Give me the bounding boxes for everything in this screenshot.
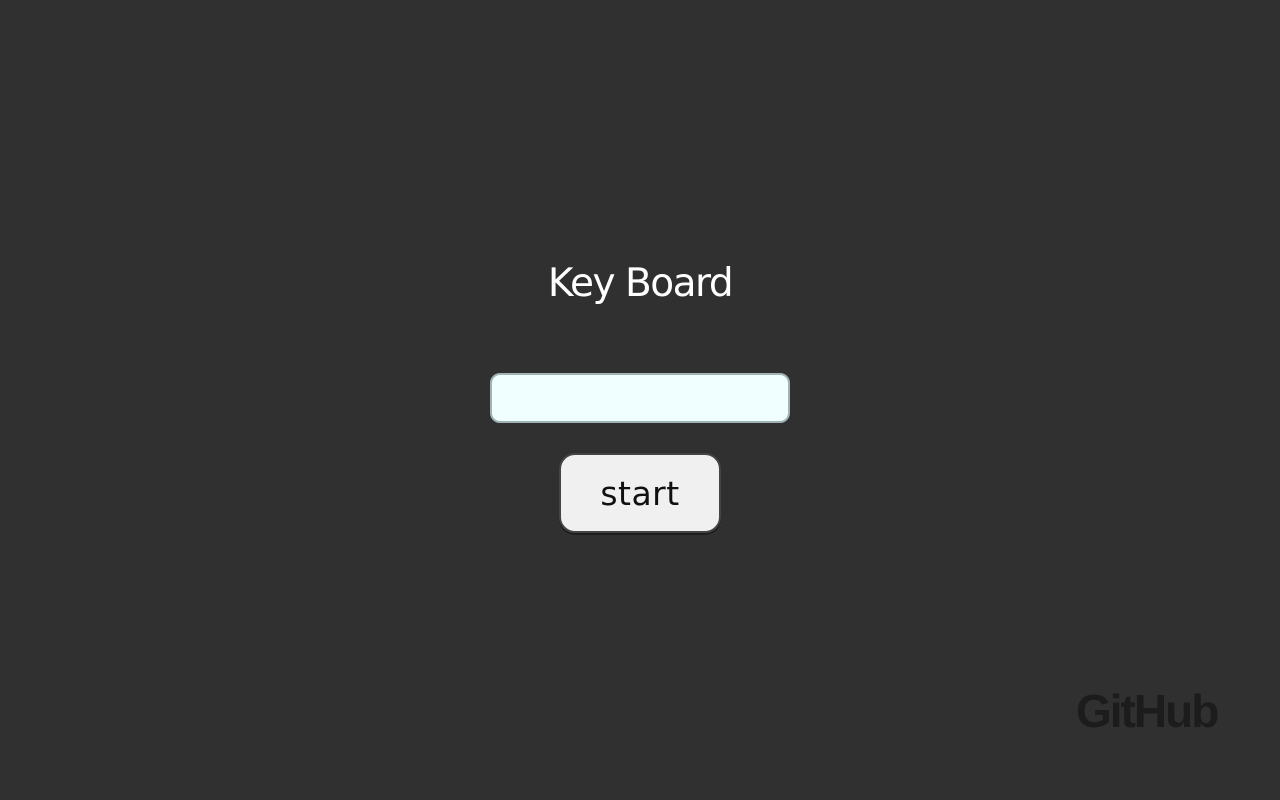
page-title: Key Board <box>547 261 734 306</box>
text-input[interactable] <box>490 373 790 423</box>
start-button[interactable]: start <box>559 453 721 533</box>
github-logo-link[interactable]: GitHub <box>1076 684 1219 738</box>
page-stage: Key Board start GitHub <box>0 0 1280 800</box>
